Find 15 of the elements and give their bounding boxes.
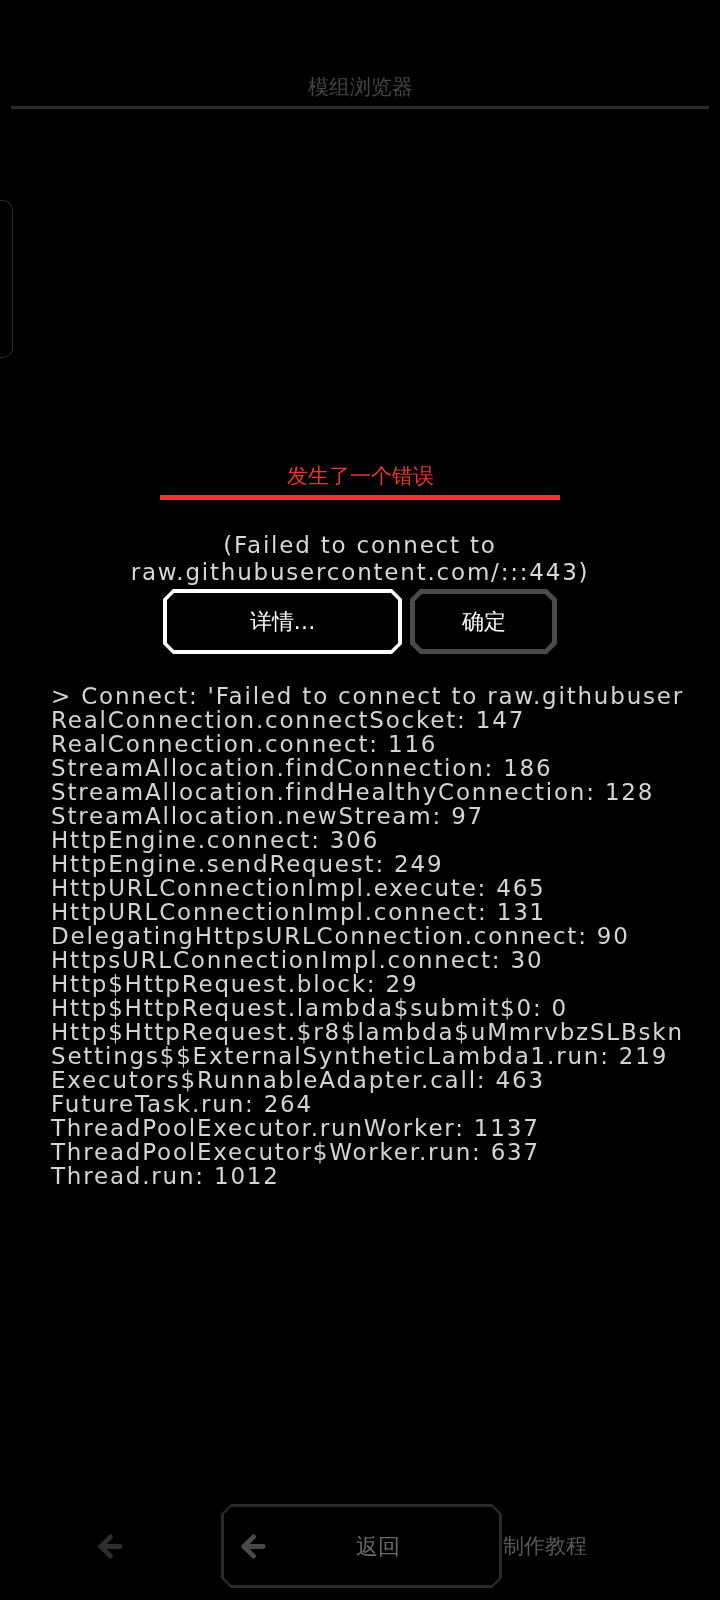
- confirm-button[interactable]: 确定: [410, 589, 557, 654]
- log-line: StreamAllocation.newStream: 97: [51, 804, 484, 828]
- dialog-title: 发生了一个错误: [286, 463, 434, 490]
- header-title: 模组浏览器: [307, 74, 413, 101]
- log-line: FutureTask.run: 264: [51, 1092, 313, 1116]
- back-button[interactable]: 返回: [221, 1504, 502, 1588]
- log-line: Thread.run: 1012: [51, 1164, 280, 1188]
- log-line: StreamAllocation.findConnection: 186: [51, 756, 553, 780]
- log-line: RealConnection.connect: 116: [51, 732, 438, 756]
- log-line: ThreadPoolExecutor.runWorker: 1137: [51, 1116, 540, 1140]
- error-message: (Failed to connect to raw.githubusercontent.com/:::443): [129, 532, 591, 586]
- log-line: > Connect: 'Failed to connect to raw.githubuser: [51, 684, 684, 708]
- details-button[interactable]: 详情…: [163, 589, 402, 654]
- log-line: RealConnection.connectSocket: 147: [51, 708, 526, 732]
- log-line: ThreadPoolExecutor$Worker.run: 637: [51, 1140, 540, 1164]
